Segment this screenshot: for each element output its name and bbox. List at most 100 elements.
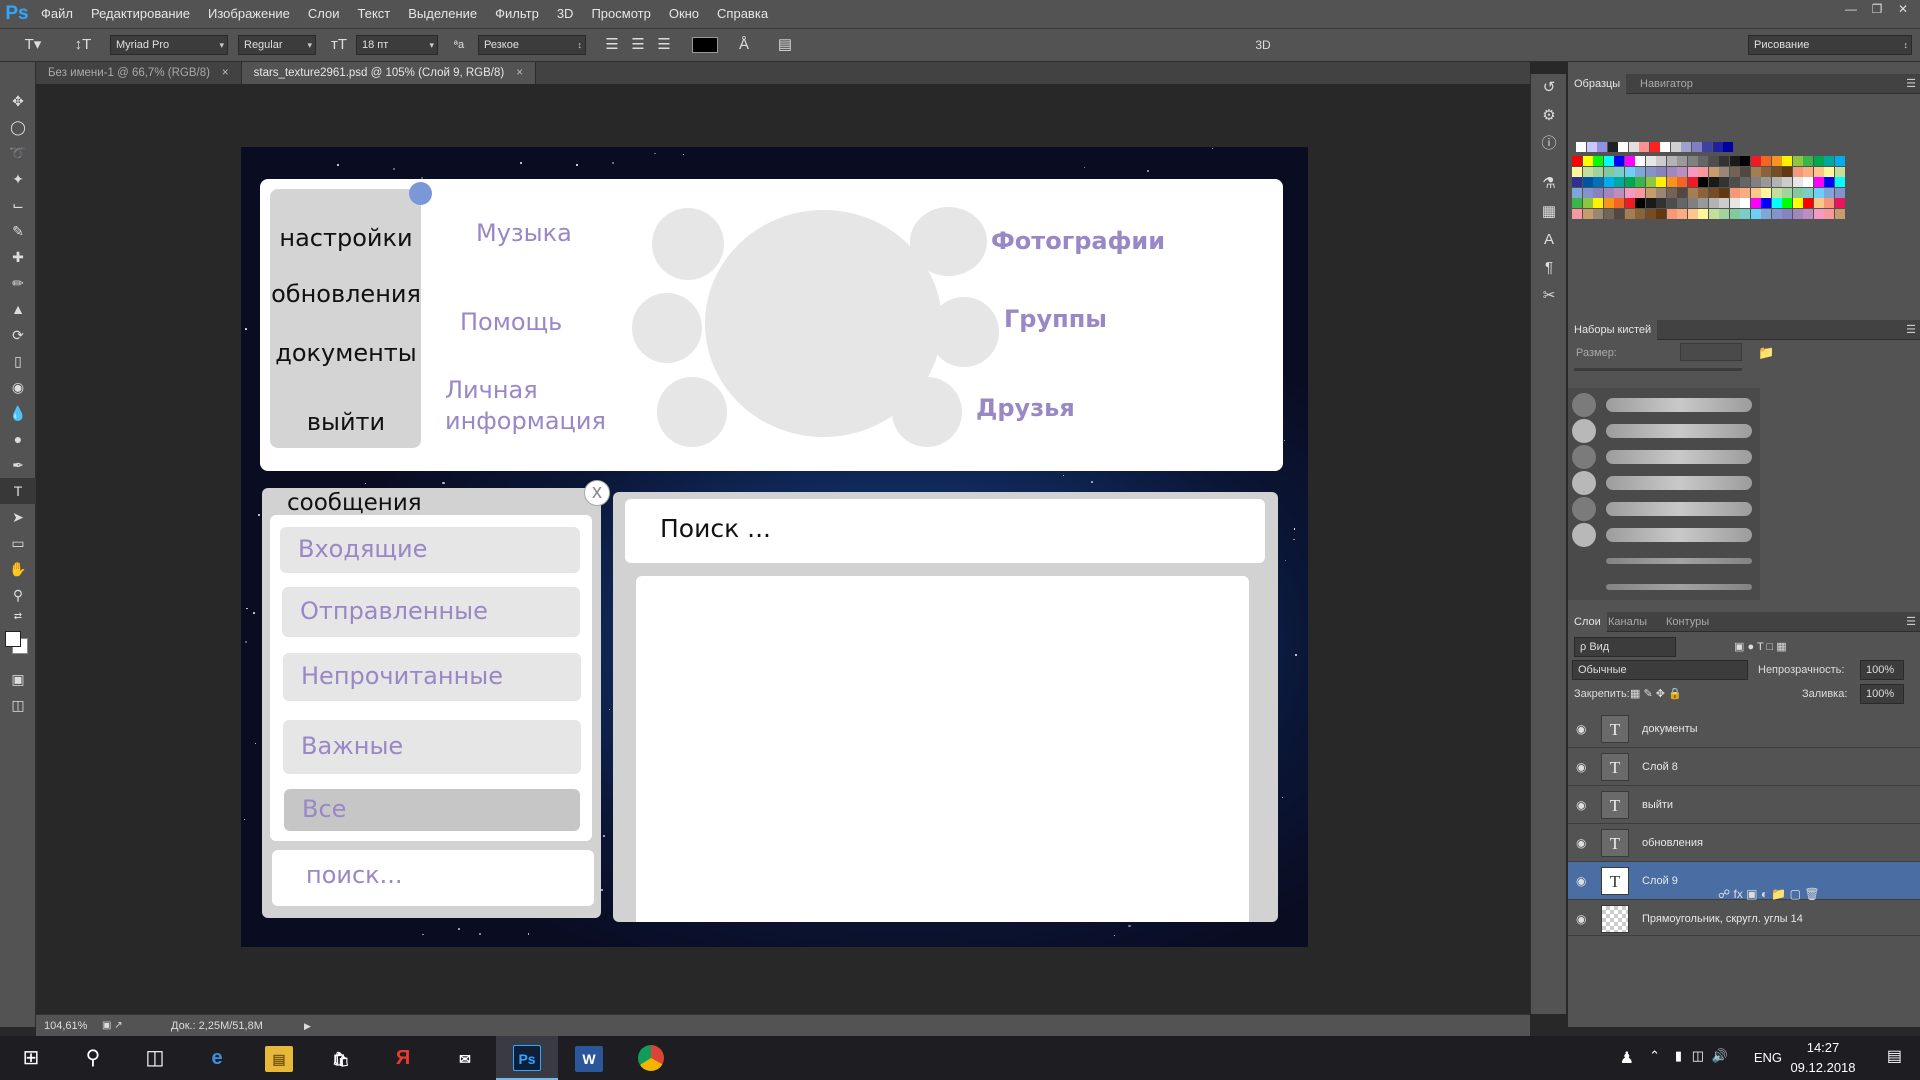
color-swatch[interactable] — [1639, 142, 1649, 152]
label-help[interactable]: Помощь — [460, 308, 562, 336]
color-swatch[interactable] — [1750, 187, 1761, 198]
color-swatch[interactable] — [1708, 187, 1719, 198]
close-tab-icon[interactable]: × — [222, 67, 229, 79]
color-swatch[interactable] — [1771, 187, 1782, 198]
layer-footer-icons[interactable]: ☍ fx ▣ ◐ 📁 ▢ 🗑 — [1718, 884, 1820, 904]
color-swatch[interactable] — [1792, 198, 1803, 208]
color-swatches[interactable] — [0, 626, 36, 666]
color-swatch[interactable] — [1740, 177, 1750, 187]
color-swatch[interactable] — [1803, 208, 1813, 219]
color-swatch[interactable] — [1824, 208, 1834, 219]
color-swatch[interactable] — [1687, 156, 1698, 166]
color-swatch[interactable] — [1624, 166, 1635, 177]
color-swatch[interactable] — [1719, 156, 1729, 166]
color-swatch[interactable] — [1624, 208, 1635, 219]
canvas-area[interactable]: настройки обновления документы выйти Муз… — [36, 84, 1530, 1014]
color-swatch[interactable] — [1687, 177, 1698, 187]
file-explorer-icon[interactable]: ▤ — [248, 1036, 310, 1080]
dodge-tool-icon[interactable]: ● — [0, 426, 36, 452]
color-swatch[interactable] — [1803, 156, 1813, 166]
color-swatch[interactable] — [1803, 198, 1813, 208]
color-swatch[interactable] — [1656, 208, 1666, 219]
folder-all[interactable]: Все — [284, 789, 580, 831]
color-swatch[interactable] — [1761, 198, 1771, 208]
color-swatch[interactable] — [1834, 177, 1845, 187]
color-swatch[interactable] — [1719, 187, 1729, 198]
eraser-tool-icon[interactable]: ▯ — [0, 348, 36, 374]
color-swatch[interactable] — [1572, 198, 1582, 208]
lock-icons[interactable]: ▦ ✎ ✥ 🔒 — [1630, 684, 1682, 704]
status-menu-arrow-icon[interactable]: ▶ — [304, 1015, 311, 1037]
clone-stamp-tool-icon[interactable]: ▲ — [0, 296, 36, 322]
color-swatch[interactable] — [1813, 198, 1824, 208]
color-swatch[interactable] — [1792, 187, 1803, 198]
color-swatch[interactable] — [1813, 177, 1824, 187]
pen-tool-icon[interactable]: ✒ — [0, 452, 36, 478]
color-swatch[interactable] — [1813, 208, 1824, 219]
color-swatch[interactable] — [1708, 208, 1719, 219]
task-view-icon[interactable]: ◫ — [124, 1036, 186, 1080]
color-swatch[interactable] — [1719, 177, 1729, 187]
character-icon[interactable]: A — [1531, 226, 1567, 254]
brush-preset[interactable] — [1568, 392, 1760, 418]
visibility-eye-icon[interactable]: ◉ — [1576, 748, 1586, 786]
color-swatch[interactable] — [1782, 166, 1792, 177]
color-swatch[interactable] — [1677, 177, 1687, 187]
friends-circle[interactable] — [892, 377, 962, 447]
color-swatch[interactable] — [1656, 187, 1666, 198]
color-swatch[interactable] — [1593, 187, 1603, 198]
restore-icon[interactable]: ❐ — [1864, 0, 1890, 20]
color-swatch[interactable] — [1582, 187, 1593, 198]
store-icon[interactable]: 🛍 — [310, 1036, 372, 1080]
edge-icon[interactable]: e — [186, 1036, 248, 1080]
path-selection-tool-icon[interactable]: ➤ — [0, 504, 36, 530]
label-photos[interactable]: Фотографии — [991, 227, 1165, 255]
color-swatch[interactable] — [1782, 177, 1792, 187]
color-swatch[interactable] — [1771, 156, 1782, 166]
visibility-eye-icon[interactable]: ◉ — [1576, 900, 1586, 938]
tray-chevron-icon[interactable]: ⌃ — [1649, 1048, 1660, 1064]
color-swatch[interactable] — [1824, 156, 1834, 166]
clock-date[interactable]: 09.12.2018 — [1788, 1060, 1858, 1075]
blend-mode-select[interactable]: Обычные — [1572, 660, 1748, 680]
color-swatch[interactable] — [1782, 198, 1792, 208]
label-groups[interactable]: Группы — [1004, 305, 1107, 333]
color-swatch[interactable] — [1593, 208, 1603, 219]
color-swatch[interactable] — [1761, 208, 1771, 219]
color-swatch[interactable] — [1834, 187, 1845, 198]
color-swatch[interactable] — [1603, 177, 1614, 187]
color-swatch[interactable] — [1740, 156, 1750, 166]
help-circle[interactable] — [632, 293, 702, 363]
color-swatch[interactable] — [1603, 208, 1614, 219]
brush-preset[interactable] — [1568, 444, 1760, 470]
color-swatch[interactable] — [1656, 166, 1666, 177]
type-tool-icon[interactable]: T — [0, 478, 36, 504]
layer-filter-icons[interactable]: ▣ ● T □ ▦ — [1734, 637, 1787, 657]
color-swatch[interactable] — [1729, 156, 1740, 166]
align-right-icon[interactable]: ☰ — [654, 35, 674, 55]
history-icon[interactable]: ↺ — [1531, 74, 1567, 102]
color-swatch[interactable] — [1656, 177, 1666, 187]
color-swatch[interactable] — [1572, 156, 1582, 166]
layer-row[interactable]: ◉ Tобновления — [1568, 824, 1920, 862]
tab-paths[interactable]: Контуры — [1660, 612, 1715, 632]
layer-row[interactable]: ◉ Прямоугольник, скругл. углы 14 — [1568, 900, 1920, 936]
text-orientation-icon[interactable]: ↕T — [72, 35, 94, 55]
color-swatch[interactable] — [1635, 208, 1645, 219]
visibility-eye-icon[interactable]: ◉ — [1576, 710, 1586, 748]
brush-size-field[interactable] — [1680, 343, 1742, 361]
font-size-select[interactable]: 18 пт ▾ — [356, 35, 438, 55]
color-swatch[interactable] — [1677, 198, 1687, 208]
notifications-icon[interactable]: ▤ — [1887, 1046, 1902, 1066]
color-swatch[interactable] — [1681, 142, 1691, 152]
menu-3d[interactable]: 3D — [548, 0, 583, 28]
color-swatch[interactable] — [1834, 156, 1845, 166]
color-swatch[interactable] — [1691, 142, 1702, 152]
tab-channels[interactable]: Каналы — [1602, 612, 1653, 632]
color-swatch[interactable] — [1813, 156, 1824, 166]
color-swatch[interactable] — [1645, 156, 1656, 166]
color-swatch[interactable] — [1670, 142, 1681, 152]
folder-sent[interactable]: Отправленные — [282, 587, 580, 637]
panel-menu-icon[interactable]: ☰ — [1906, 74, 1916, 94]
color-swatch[interactable] — [1687, 198, 1698, 208]
